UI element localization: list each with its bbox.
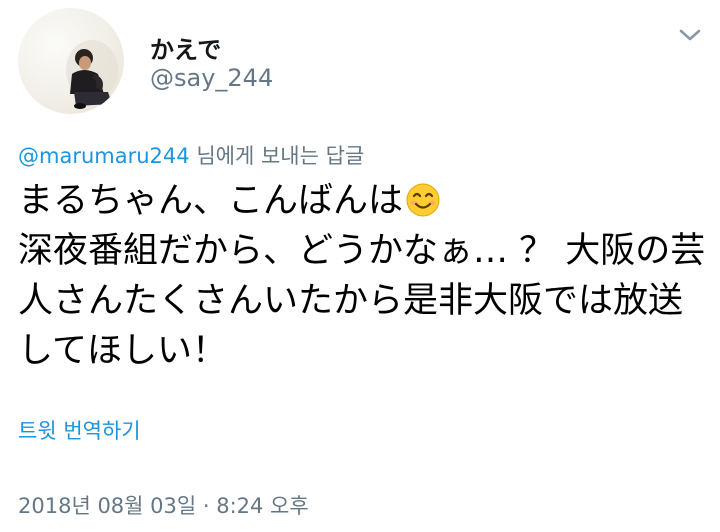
- avatar[interactable]: [18, 8, 124, 114]
- chevron-down-icon[interactable]: [678, 26, 702, 44]
- tweet-text-body: 深夜番組だから、どうかなぁ… ？ 大阪の芸人さんたくさんいたから是非大阪では放送…: [18, 231, 706, 371]
- smiling-face-icon: [405, 182, 441, 218]
- user-handle[interactable]: @say_244: [150, 64, 273, 92]
- reply-mention-link[interactable]: @marumaru244: [18, 144, 190, 168]
- tweet-timestamp[interactable]: 2018년 08월 03일 · 8:24 오후: [18, 490, 309, 520]
- reply-suffix: 님에게 보내는 답글: [196, 144, 365, 168]
- reply-context: @marumaru244 님에게 보내는 답글: [18, 140, 364, 170]
- tweet-text: まるちゃん、こんばんは 深夜番組だから、どうかなぁ… ？ 大阪の芸人さんたくさん…: [18, 176, 708, 376]
- translate-tweet-link[interactable]: 트윗 번역하기: [18, 415, 141, 445]
- display-name[interactable]: かえで: [150, 30, 221, 65]
- tweet-text-line1: まるちゃん、こんばんは: [18, 181, 404, 221]
- tweet: かえで @say_244 @marumaru244 님에게 보내는 답글 まるち…: [0, 0, 720, 532]
- profile-photo-icon: [66, 40, 118, 109]
